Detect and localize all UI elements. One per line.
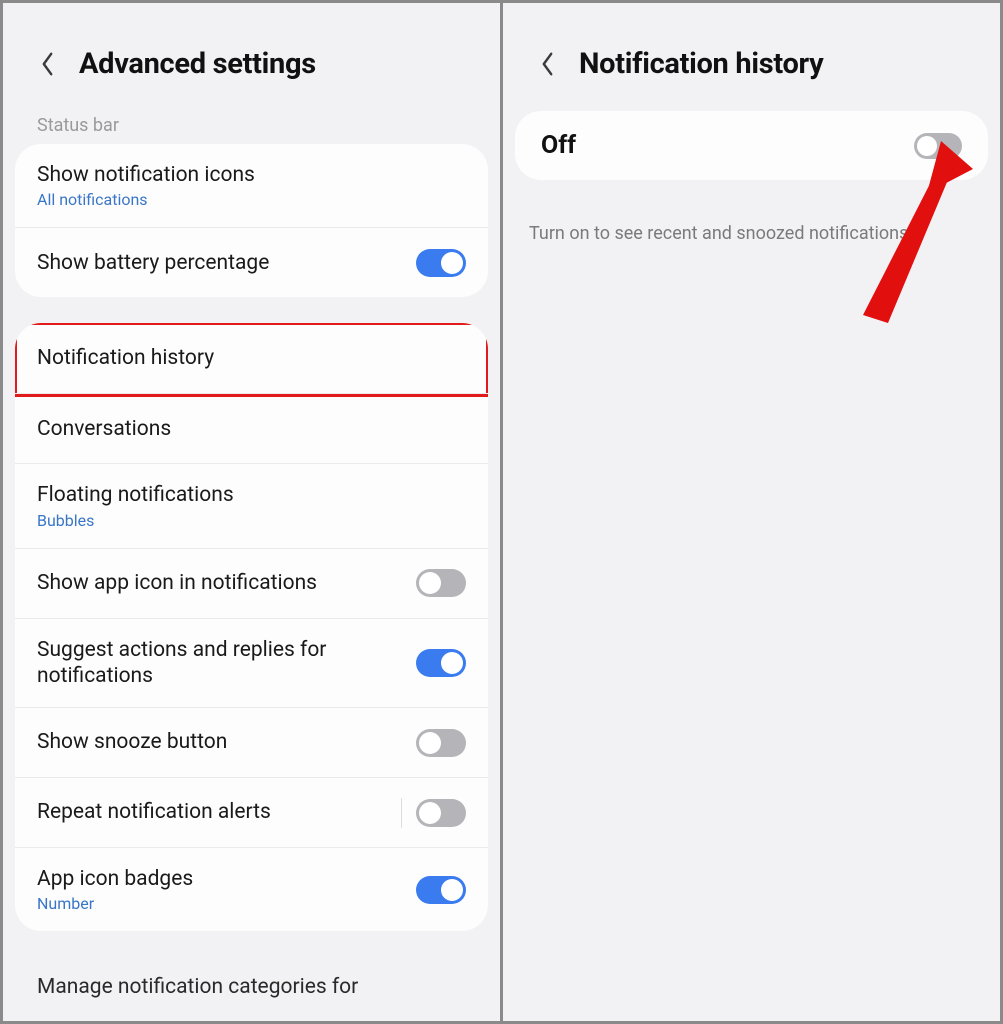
toggle-notification-history[interactable] — [914, 133, 962, 159]
row-repeat-alerts[interactable]: Repeat notification alerts — [15, 777, 488, 847]
toggle-show-snooze[interactable] — [416, 729, 466, 757]
toggle-battery-percentage[interactable] — [416, 249, 466, 277]
row-cutoff: Manage notification categories for — [3, 957, 500, 999]
chevron-left-icon — [540, 51, 555, 77]
row-title: Notification history — [37, 345, 466, 371]
row-title: Repeat notification alerts — [37, 799, 401, 825]
back-button[interactable] — [533, 50, 561, 78]
row-show-battery-percentage[interactable]: Show battery percentage — [15, 227, 488, 297]
header: Notification history — [503, 3, 1000, 105]
row-notification-history[interactable]: Notification history — [15, 323, 488, 393]
divider — [401, 798, 402, 828]
row-title: Suggest actions and replies for notifica… — [37, 637, 416, 690]
header: Advanced settings — [3, 3, 500, 105]
toggle-app-icon-badges[interactable] — [416, 876, 466, 904]
row-show-app-icon[interactable]: Show app icon in notifications — [15, 548, 488, 618]
history-state-label: Off — [541, 131, 576, 160]
row-title: App icon badges — [37, 866, 416, 892]
row-title: Floating notifications — [37, 482, 466, 508]
screen-notification-history: Notification history Off Turn on to see … — [503, 3, 1000, 1021]
card-status-bar: Show notification icons All notification… — [15, 144, 488, 297]
toggle-show-app-icon[interactable] — [416, 569, 466, 597]
chevron-left-icon — [40, 51, 55, 77]
history-hint: Turn on to see recent and snoozed notifi… — [503, 206, 1000, 245]
row-suggest-actions[interactable]: Suggest actions and replies for notifica… — [15, 618, 488, 708]
section-label-status-bar: Status bar — [3, 105, 500, 144]
toggle-suggest-actions[interactable] — [416, 649, 466, 677]
row-title: Show battery percentage — [37, 250, 416, 276]
page-title: Notification history — [579, 47, 823, 81]
page-title: Advanced settings — [79, 47, 316, 81]
card-history-toggle: Off — [515, 111, 988, 180]
back-button[interactable] — [33, 50, 61, 78]
row-title: Conversations — [37, 416, 466, 442]
row-floating-notifications[interactable]: Floating notifications Bubbles — [15, 463, 488, 547]
card-notifications: Notification history Conversations Float… — [15, 323, 488, 931]
row-conversations[interactable]: Conversations — [15, 393, 488, 463]
row-title: Show snooze button — [37, 729, 416, 755]
screen-advanced-settings: Advanced settings Status bar Show notifi… — [3, 3, 500, 1021]
row-subtitle: Number — [37, 894, 416, 913]
row-history-state[interactable]: Off — [515, 111, 988, 180]
row-show-snooze-button[interactable]: Show snooze button — [15, 707, 488, 777]
row-subtitle: Bubbles — [37, 511, 466, 530]
row-subtitle: All notifications — [37, 190, 466, 209]
row-show-notification-icons[interactable]: Show notification icons All notification… — [15, 144, 488, 227]
row-app-icon-badges[interactable]: App icon badges Number — [15, 847, 488, 931]
row-title: Show notification icons — [37, 162, 466, 188]
toggle-repeat-alerts[interactable] — [416, 799, 466, 827]
row-title: Show app icon in notifications — [37, 570, 416, 596]
